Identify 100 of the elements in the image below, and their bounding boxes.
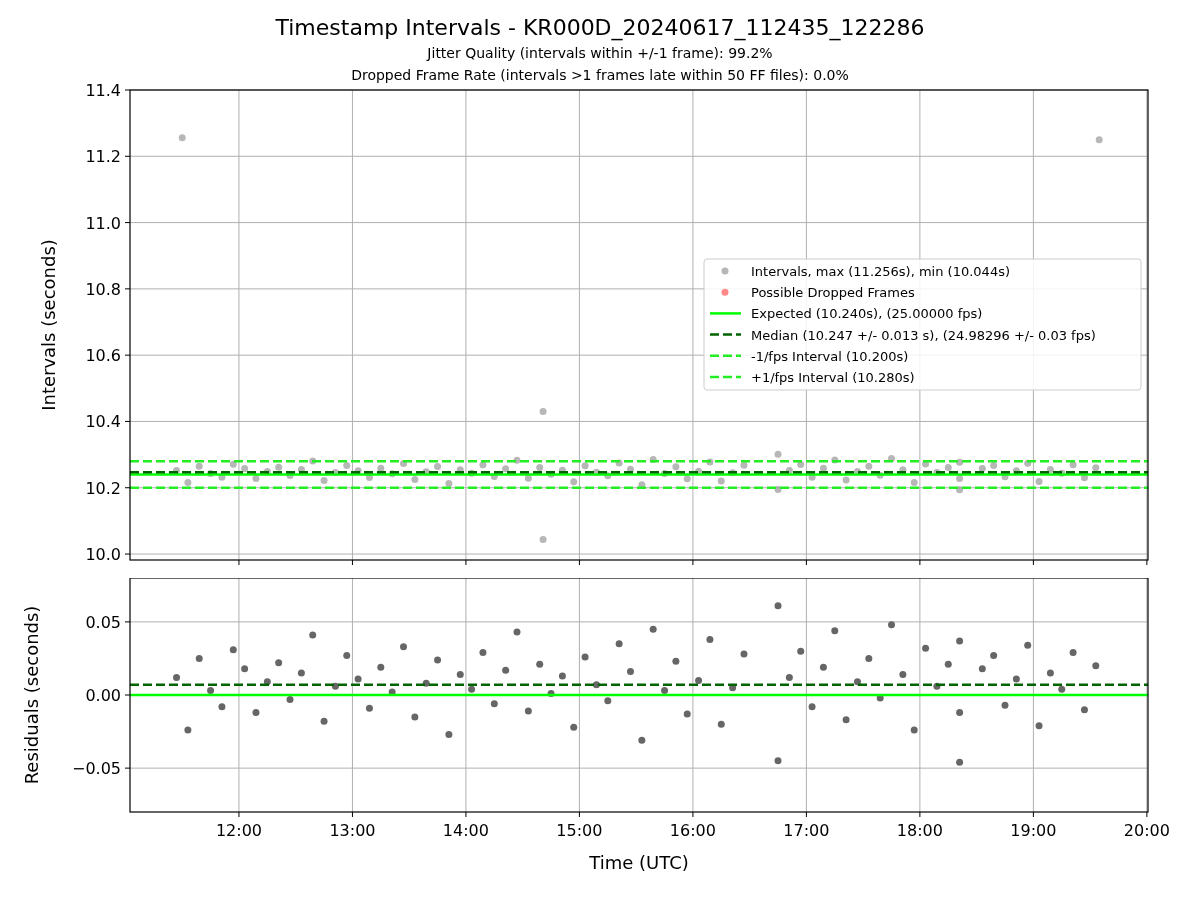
data-point (1001, 473, 1009, 481)
data-point (468, 685, 476, 693)
data-point (604, 472, 612, 480)
x-tick-label: 18:00 (896, 821, 943, 840)
data-point (524, 707, 532, 715)
data-point (558, 672, 566, 680)
data-point (785, 673, 793, 681)
data-point (252, 709, 260, 717)
data-point (1080, 474, 1088, 482)
data-point (831, 456, 839, 464)
data-point (479, 461, 487, 469)
data-point (592, 681, 600, 689)
data-point (865, 654, 873, 662)
data-point (933, 682, 941, 690)
y-tick-label: −0.05 (71, 759, 121, 779)
y-tick-label: 11.0 (85, 213, 121, 233)
data-point (456, 466, 464, 474)
data-point (604, 697, 612, 705)
data-point (536, 660, 544, 668)
data-point (1024, 641, 1032, 649)
y-tick-label: 10.2 (85, 478, 121, 498)
data-point (570, 723, 578, 731)
data-point (297, 669, 305, 677)
y-tick-label: 0.00 (85, 686, 121, 705)
figure-subtitle: Jitter Quality (intervals within +/-1 frame): 99.2% (427, 44, 773, 63)
data-point (297, 466, 305, 473)
data-point (1058, 685, 1066, 693)
data-point (263, 468, 271, 475)
data-point (524, 474, 532, 482)
data-point (876, 471, 884, 479)
data-point (184, 478, 192, 486)
data-point (695, 676, 703, 684)
data-point (638, 481, 646, 489)
data-point (400, 460, 407, 468)
y-tick-label: 10.0 (85, 545, 121, 565)
data-point (978, 465, 986, 472)
data-point (1046, 466, 1054, 473)
data-point (638, 736, 646, 744)
data-point (479, 649, 487, 657)
data-point (808, 473, 816, 481)
data-point (627, 465, 634, 473)
data-point (615, 459, 623, 467)
data-point (956, 637, 964, 645)
data-point (241, 465, 249, 472)
data-point (1024, 459, 1032, 467)
data-point (263, 678, 271, 686)
x-axis-label: Time (UTC) (589, 852, 689, 873)
data-point (978, 665, 986, 673)
data-point (354, 675, 362, 683)
legend-line-icon (710, 312, 741, 315)
data-point (910, 726, 918, 734)
data-point (819, 464, 827, 472)
legend-label: Possible Dropped Frames (751, 285, 915, 301)
data-point (558, 466, 566, 474)
data-point (445, 479, 453, 487)
data-point (990, 652, 998, 659)
y-tick-label: 10.4 (85, 412, 121, 432)
data-point (539, 408, 547, 415)
data-point (343, 652, 351, 659)
data-point (990, 462, 998, 470)
data-point (944, 660, 952, 668)
data-point (729, 684, 737, 692)
data-point (513, 456, 521, 464)
data-point (434, 463, 442, 471)
figure-subtitle: Dropped Frame Rate (intervals >1 frames late within 50 FF files): 0.0% (351, 66, 849, 85)
y-tick-label: 11.4 (85, 81, 121, 100)
data-point (456, 671, 464, 679)
data-point (899, 671, 907, 679)
data-point (706, 635, 714, 643)
data-point (899, 466, 907, 474)
data-point (539, 535, 547, 543)
data-point (1012, 675, 1020, 683)
data-point (536, 464, 544, 472)
y-tick-label: 11.2 (85, 147, 121, 167)
x-tick-label: 16:00 (669, 821, 716, 840)
data-point (377, 663, 385, 671)
data-point (683, 710, 691, 718)
data-point (365, 704, 373, 712)
data-point (468, 469, 476, 477)
data-point (1001, 701, 1009, 709)
data-point (275, 659, 283, 667)
data-point (831, 627, 839, 635)
data-point (842, 716, 850, 724)
data-point (661, 687, 669, 695)
data-point (774, 602, 782, 610)
data-point (717, 477, 725, 485)
legend-line-icon (710, 375, 741, 379)
data-point (343, 462, 351, 470)
data-point (173, 467, 181, 474)
data-point (865, 462, 873, 470)
data-point (502, 666, 510, 674)
data-point (933, 469, 941, 476)
data-point (797, 461, 805, 469)
legend-marker-icon (721, 288, 729, 296)
data-point (422, 468, 430, 476)
data-point (956, 486, 964, 494)
figure-title: Timestamp Intervals - KR000D_20240617_112435_122286 (275, 14, 925, 42)
data-point (876, 694, 884, 702)
data-point (910, 478, 918, 486)
data-point (819, 663, 827, 671)
